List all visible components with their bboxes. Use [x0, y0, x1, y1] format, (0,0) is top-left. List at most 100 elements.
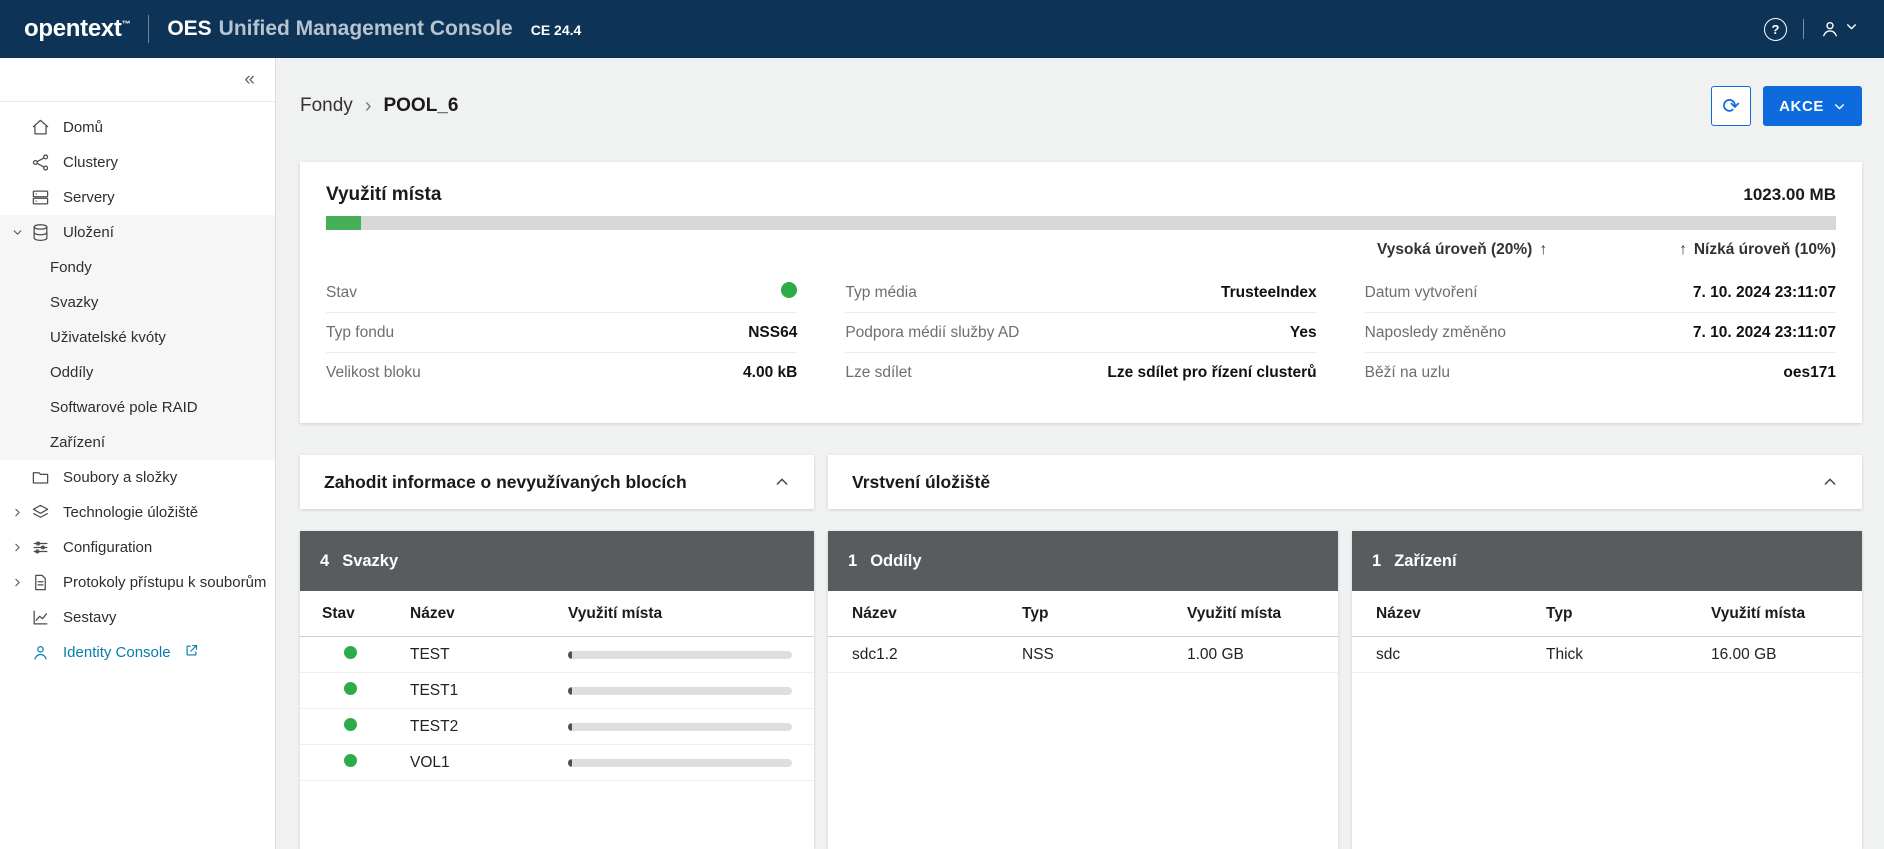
sidebar-item-label: Domů: [63, 119, 103, 136]
table-row[interactable]: sdc1.2 NSS 1.00 GB: [828, 637, 1338, 673]
sidebar-item-label: Technologie úložiště: [63, 504, 198, 521]
detail-label: Běží na uzlu: [1365, 364, 1450, 382]
section-title: Zahodit informace o nevyužívaných blocíc…: [324, 472, 687, 493]
sidebar-item-uzivatelske-kvoty[interactable]: Uživatelské kvóty: [0, 320, 275, 355]
sidebar-item-configuration[interactable]: Configuration: [0, 530, 275, 565]
breadcrumb-parent[interactable]: Fondy: [300, 95, 353, 117]
chevron-right-icon[interactable]: [10, 506, 24, 519]
usage-progress-fill: [326, 216, 361, 230]
detail-label: Stav: [326, 284, 357, 302]
detail-label: Naposledy změněno: [1365, 324, 1506, 342]
page-topbar: Fondy › POOL_6 ⟳ AKCE: [300, 86, 1862, 126]
sidebar-item-ulozeni[interactable]: Uložení: [0, 215, 275, 250]
breadcrumb-current: POOL_6: [383, 95, 458, 117]
sidebar-item-label: Soubory a složky: [63, 469, 177, 486]
identity-icon: [31, 643, 50, 662]
partitions-panel-header: 1 Oddíly: [828, 531, 1338, 591]
sidebar-child-label: Svazky: [50, 294, 98, 311]
main-content: Fondy › POOL_6 ⟳ AKCE Využití místa 1023…: [276, 58, 1884, 849]
device-type: Thick: [1546, 646, 1711, 664]
status-dot: [781, 282, 797, 298]
table-row[interactable]: TEST2: [300, 709, 814, 745]
actions-button[interactable]: AKCE: [1763, 86, 1862, 126]
topbar-actions: ⟳ AKCE: [1711, 86, 1862, 126]
tiering-section-header[interactable]: Vrstvení úložiště: [828, 455, 1862, 509]
volumes-count: 4: [320, 552, 329, 571]
detail-label: Velikost bloku: [326, 364, 421, 382]
version-badge: CE 24.4: [531, 22, 582, 38]
chevron-right-icon[interactable]: [10, 576, 24, 589]
column-header-typ: Typ: [1022, 605, 1187, 623]
sidebar-item-oddily[interactable]: Oddíly: [0, 355, 275, 390]
usage-bar-fill: [568, 723, 572, 731]
volumes-panel: 4 Svazky Stav Název Využití místa TEST: [300, 531, 814, 849]
detail-value: TrusteeIndex: [1221, 284, 1317, 302]
sidebar-item-label: Identity Console: [63, 644, 171, 661]
device-usage: 16.00 GB: [1711, 646, 1838, 664]
discard-section: Zahodit informace o nevyužívaných blocíc…: [300, 455, 814, 849]
table-row[interactable]: sdc Thick 16.00 GB: [1352, 637, 1862, 673]
partition-usage: 1.00 GB: [1187, 646, 1314, 664]
discard-section-header[interactable]: Zahodit informace o nevyužívaných blocíc…: [300, 455, 814, 509]
tiering-panels: 1 Oddíly Název Typ Využití místa sdc1.2: [828, 531, 1862, 849]
volumes-title: Svazky: [342, 552, 398, 571]
sidebar-item-servery[interactable]: Servery: [0, 180, 275, 215]
chevron-up-icon: [1822, 474, 1838, 490]
usage-bar: [568, 687, 792, 695]
sidebar-item-svazky[interactable]: Svazky: [0, 285, 275, 320]
storage-tech-icon: [31, 503, 50, 522]
refresh-button[interactable]: ⟳: [1711, 86, 1751, 126]
sidebar-item-sestavy[interactable]: Sestavy: [0, 600, 275, 635]
sidebar-child-label: Fondy: [50, 259, 92, 276]
tiering-section: Vrstvení úložiště 1 Oddíly Název Typ: [828, 455, 1862, 849]
detail-lze-sdilet: Lze sdílet Lze sdílet pro řízení cluster…: [845, 353, 1316, 393]
usage-bar: [568, 651, 792, 659]
devices-table: Název Typ Využití místa sdc Thick 16.00 …: [1352, 591, 1862, 849]
sidebar-item-domu[interactable]: Domů: [0, 110, 275, 145]
usage-bar-fill: [568, 759, 572, 767]
partitions-panel: 1 Oddíly Název Typ Využití místa sdc1.2: [828, 531, 1338, 849]
user-menu[interactable]: [1820, 19, 1858, 39]
sidebar-item-clustery[interactable]: Clustery: [0, 145, 275, 180]
detail-value: [781, 282, 797, 303]
help-icon[interactable]: ?: [1764, 18, 1787, 41]
header-actions: ?: [1764, 18, 1858, 41]
usage-total-value: 1023.00 MB: [1743, 185, 1836, 205]
table-row[interactable]: TEST: [300, 637, 814, 673]
watermark-labels: Vysoká úroveň (20%) ↑ ↑ Nízká úroveň (10…: [326, 241, 1836, 259]
arrow-up-icon: ↑: [1679, 241, 1687, 259]
reports-icon: [31, 608, 50, 627]
column-header-vyuziti: Využití místa: [568, 605, 792, 623]
breadcrumb: Fondy › POOL_6: [300, 95, 458, 118]
chevron-down-icon: [1833, 100, 1846, 113]
actions-button-label: AKCE: [1779, 98, 1824, 115]
column-header-nazev: Název: [852, 605, 1022, 623]
detail-value: Lze sdílet pro řízení clusterů: [1107, 364, 1316, 382]
detail-bezi-na-uzlu: Běží na uzlu oes171: [1365, 353, 1836, 393]
sidebar-item-zarizeni[interactable]: Zařízení: [0, 425, 275, 460]
sidebar-item-protokoly-pristupu[interactable]: Protokoly přístupu k souborům: [0, 565, 275, 600]
high-watermark-text: Vysoká úroveň (20%): [1377, 241, 1532, 259]
table-row[interactable]: VOL1: [300, 745, 814, 781]
sidebar-collapse-button[interactable]: «: [244, 70, 255, 89]
sidebar-item-identity-console[interactable]: Identity Console: [0, 635, 275, 670]
sidebar-item-label: Sestavy: [63, 609, 116, 626]
chevron-right-icon[interactable]: [10, 541, 24, 554]
usage-bar-fill: [568, 687, 572, 695]
partitions-table: Název Typ Využití místa sdc1.2 NSS 1.00 …: [828, 591, 1338, 849]
sidebar-item-technologie-uloziste[interactable]: Technologie úložiště: [0, 495, 275, 530]
sidebar-item-label: Protokoly přístupu k souborům: [63, 574, 266, 591]
volume-name: TEST1: [410, 682, 560, 700]
sidebar-item-soubory-a-slozky[interactable]: Soubory a složky: [0, 460, 275, 495]
configuration-icon: [31, 538, 50, 557]
partitions-count: 1: [848, 552, 857, 571]
sidebar-item-softwarove-pole-raid[interactable]: Softwarové pole RAID: [0, 390, 275, 425]
sidebar-item-fondy[interactable]: Fondy: [0, 250, 275, 285]
status-dot: [344, 682, 357, 695]
usage-bar: [568, 759, 792, 767]
partitions-title: Oddíly: [870, 552, 921, 571]
column-header-nazev: Název: [410, 605, 560, 623]
table-row[interactable]: TEST1: [300, 673, 814, 709]
chevron-down-icon[interactable]: [10, 226, 24, 239]
detail-label: Lze sdílet: [845, 364, 911, 382]
